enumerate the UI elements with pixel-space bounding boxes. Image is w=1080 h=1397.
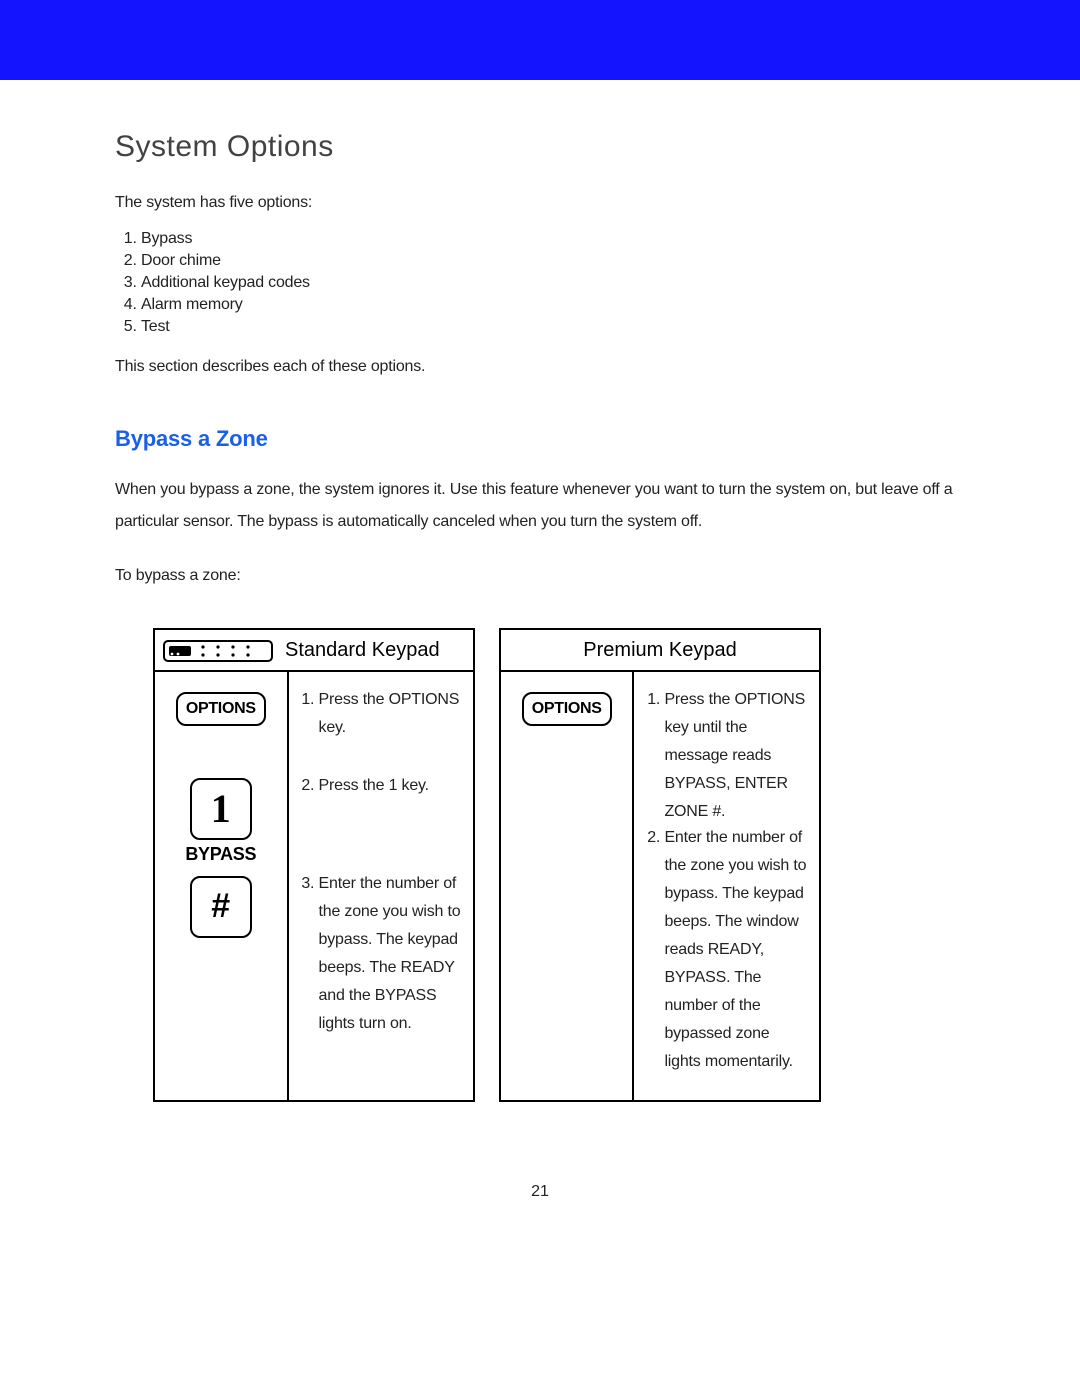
- keypad-device-icon: [163, 637, 273, 663]
- option-item: Alarm memory: [141, 296, 965, 314]
- keypad-tables-row: Standard Keypad OPTIONS 1 BYPASS: [115, 628, 965, 1102]
- hash-key-button: #: [190, 876, 252, 938]
- premium-keypad-header: Premium Keypad: [500, 629, 820, 671]
- standard-step: Press the OPTIONS key.: [319, 686, 463, 772]
- options-key-button: OPTIONS: [522, 692, 612, 726]
- standard-keys-cell: OPTIONS 1 BYPASS #: [154, 671, 288, 1101]
- to-bypass-text: To bypass a zone:: [115, 560, 965, 592]
- intro-text: The system has five options:: [115, 194, 965, 212]
- standard-keypad-table: Standard Keypad OPTIONS 1 BYPASS: [153, 628, 475, 1102]
- standard-keypad-header: Standard Keypad: [154, 629, 474, 671]
- page-title: System Options: [115, 130, 965, 164]
- standard-step: Enter the number of the zone you wish to…: [319, 870, 463, 1038]
- subheading-bypass: Bypass a Zone: [115, 426, 965, 452]
- option-item: Additional keypad codes: [141, 274, 965, 292]
- key-1-button: 1: [190, 778, 252, 840]
- top-bar: [0, 0, 1080, 80]
- standard-steps-cell: Press the OPTIONS key. Press the 1 key. …: [288, 671, 474, 1101]
- option-item: Bypass: [141, 230, 965, 248]
- premium-keypad-title: Premium Keypad: [583, 639, 736, 662]
- standard-step: Press the 1 key.: [319, 772, 463, 870]
- premium-step: Enter the number of the zone you wish to…: [664, 824, 809, 1076]
- option-item: Door chime: [141, 252, 965, 270]
- standard-keypad-title: Standard Keypad: [285, 639, 440, 662]
- bypass-key-label: BYPASS: [165, 844, 277, 865]
- page-number: 21: [0, 1183, 1080, 1201]
- option-item: Test: [141, 318, 965, 336]
- premium-keys-cell: OPTIONS: [500, 671, 633, 1101]
- options-key-button: OPTIONS: [176, 692, 266, 726]
- premium-steps-cell: Press the OPTIONS key until the message …: [633, 671, 820, 1101]
- page-content: System Options The system has five optio…: [0, 80, 1080, 1102]
- options-list: Bypass Door chime Additional keypad code…: [141, 230, 965, 336]
- section-description: This section describes each of these opt…: [115, 358, 965, 376]
- premium-step: Press the OPTIONS key until the message …: [664, 686, 809, 824]
- premium-keypad-table: Premium Keypad OPTIONS Press the OPTIONS…: [499, 628, 821, 1102]
- bypass-paragraph: When you bypass a zone, the system ignor…: [115, 474, 965, 538]
